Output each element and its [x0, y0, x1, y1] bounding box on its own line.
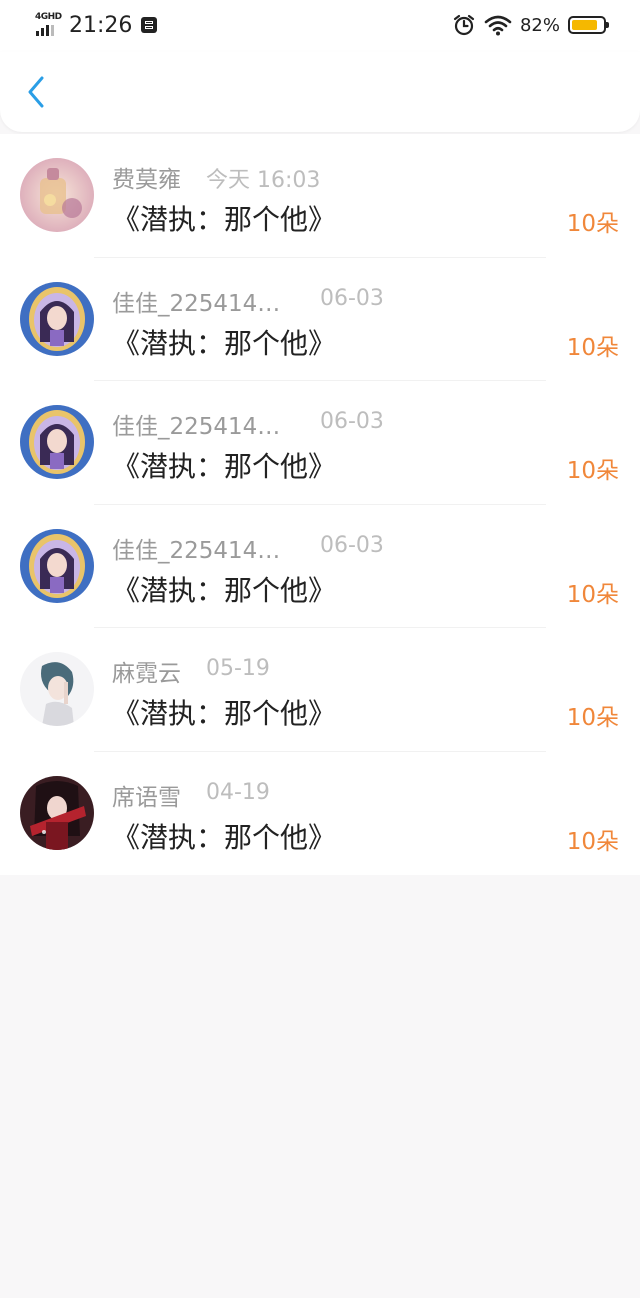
battery-icon [568, 16, 609, 34]
battery-level [572, 20, 597, 30]
status-left: 4GHD 21:26 [34, 10, 158, 40]
list-item[interactable]: 费莫雍 今天 16:03 《潜执：那个他》 10朵 [0, 134, 640, 258]
notification-icon [141, 17, 158, 33]
gift-amount: 10朵 [566, 705, 619, 731]
list-item[interactable]: 席语雪 04-19 《潜执：那个他》 10朵 [0, 752, 640, 876]
gift-date: 今天 16:03 [206, 168, 321, 193]
battery-percent: 82% [519, 14, 560, 36]
avatar[interactable] [20, 528, 94, 603]
list-item[interactable]: 佳佳_225414… 06-03 《潜执：那个他》 10朵 [0, 505, 640, 628]
signal-icon: 4GHD [34, 12, 64, 38]
wifi-icon [484, 15, 512, 36]
gift-amount: 10朵 [566, 458, 619, 484]
book-title: 《潜执：那个他》 [112, 697, 337, 730]
avatar[interactable] [20, 405, 94, 479]
book-title: 《潜执：那个他》 [112, 820, 337, 854]
gift-amount: 10朵 [566, 334, 619, 361]
gift-list: 费莫雍 今天 16:03 《潜执：那个他》 10朵 佳佳_225414… 06-… [0, 134, 640, 875]
avatar[interactable] [20, 281, 94, 356]
list-item[interactable]: 麻霓云 05-19 《潜执：那个他》 10朵 [0, 628, 640, 752]
avatar[interactable] [20, 775, 94, 850]
sender-name: 佳佳_225414… [112, 414, 281, 440]
gift-amount: 10朵 [566, 211, 619, 237]
nav-bar [0, 52, 640, 132]
back-button[interactable] [18, 74, 54, 110]
status-time: 21:26 [69, 12, 133, 38]
book-title: 《潜执：那个他》 [112, 203, 337, 236]
sender-name: 席语雪 [112, 784, 181, 811]
gift-date: 06-03 [320, 532, 384, 558]
gift-date: 04-19 [206, 779, 270, 805]
sender-name: 费莫雍 [112, 167, 181, 193]
gift-date: 06-03 [320, 409, 384, 434]
book-title: 《潜执：那个他》 [112, 573, 337, 607]
avatar[interactable] [20, 652, 94, 726]
gift-date: 05-19 [206, 656, 270, 681]
gift-amount: 10朵 [566, 581, 619, 608]
status-right: 82% [452, 10, 609, 40]
alarm-icon [453, 14, 475, 36]
sender-name: 麻霓云 [112, 661, 181, 687]
book-title: 《潜执：那个他》 [112, 450, 337, 483]
book-title: 《潜执：那个他》 [112, 326, 337, 360]
sender-name: 佳佳_225414… [112, 537, 281, 564]
status-bar: 4GHD 21:26 82% [0, 0, 640, 52]
list-item[interactable]: 佳佳_225414… 06-03 《潜执：那个他》 10朵 [0, 258, 640, 381]
list-item[interactable]: 佳佳_225414… 06-03 《潜执：那个他》 10朵 [0, 381, 640, 505]
chevron-left-icon [28, 76, 44, 108]
sender-name: 佳佳_225414… [112, 290, 281, 317]
gift-amount: 10朵 [566, 828, 619, 855]
avatar[interactable] [20, 158, 94, 232]
network-type: 4GHD [35, 12, 62, 22]
gift-date: 06-03 [320, 285, 384, 311]
